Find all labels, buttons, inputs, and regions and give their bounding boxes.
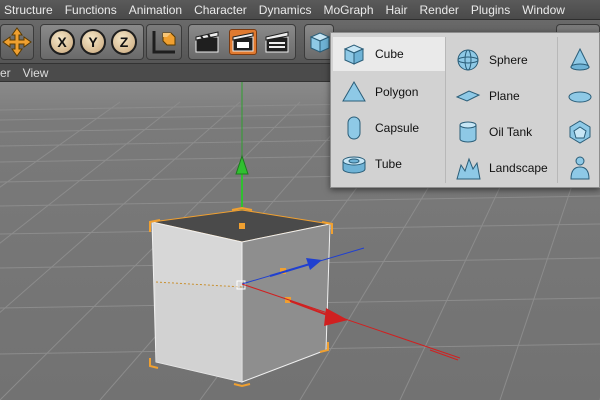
move-icon <box>2 27 32 57</box>
menu-item-label: Plane <box>489 89 520 103</box>
move-tool-button[interactable] <box>0 24 34 60</box>
tube-icon <box>342 156 366 174</box>
axis-lock-group: X Y Z <box>40 24 144 60</box>
menu-item-figure[interactable]: F <box>559 151 599 185</box>
menu-item-cube[interactable]: Cube <box>333 37 445 71</box>
menu-bar: Structure Functions Animation Character … <box>0 0 600 20</box>
menu-item-label: Capsule <box>375 121 420 135</box>
menu-item-capsule[interactable]: Capsule <box>333 111 445 145</box>
primitive-objects-menu: Cube Polygon Capsule Tube Sphere Plane O… <box>330 32 600 188</box>
cube-icon <box>343 44 365 65</box>
menu-plugins[interactable]: Plugins <box>465 3 516 17</box>
figure-icon <box>570 156 590 180</box>
menu-item-plane[interactable]: Plane <box>447 79 557 113</box>
landscape-icon <box>456 157 481 180</box>
disc-icon <box>568 91 592 103</box>
oil-tank-icon <box>459 121 477 143</box>
menu-item-polygon[interactable]: Polygon <box>333 75 445 109</box>
x-axis-lock-button[interactable]: X <box>49 29 75 55</box>
menu-item-cone[interactable]: C <box>559 43 599 77</box>
menu-item-oil-tank[interactable]: Oil Tank <box>447 115 557 149</box>
plane-icon <box>455 90 481 102</box>
menu-item-label: Tube <box>375 157 402 171</box>
edit-render-settings-button[interactable] <box>263 29 291 55</box>
coordinate-system-button[interactable] <box>146 24 182 60</box>
render-group <box>188 24 296 60</box>
polygon-icon <box>342 81 366 102</box>
render-view-icon <box>195 31 219 53</box>
menu-item-label: Polygon <box>375 85 419 99</box>
render-picture-viewer-icon <box>232 32 254 52</box>
menu-functions[interactable]: Functions <box>59 3 123 17</box>
viewport-menu-view[interactable]: View <box>17 66 55 80</box>
menu-item-label: Sphere <box>489 53 528 67</box>
menu-character[interactable]: Character <box>188 3 253 17</box>
menu-mograph[interactable]: MoGraph <box>317 3 379 17</box>
edit-render-settings-icon <box>265 31 289 53</box>
menu-render[interactable]: Render <box>414 3 465 17</box>
menu-item-tube[interactable]: Tube <box>333 147 445 181</box>
render-view-button[interactable] <box>193 29 221 55</box>
viewport-menu-cameras-partial[interactable]: er <box>0 66 17 80</box>
menu-item-landscape[interactable]: Landscape <box>447 151 557 185</box>
render-picture-viewer-button[interactable] <box>229 29 257 55</box>
menu-hair[interactable]: Hair <box>380 3 414 17</box>
menu-animation[interactable]: Animation <box>123 3 188 17</box>
menu-item-sphere[interactable]: Sphere <box>447 43 557 77</box>
menu-item-label: Cube <box>375 47 404 61</box>
menu-structure[interactable]: Structure <box>0 3 59 17</box>
sphere-icon <box>457 49 479 71</box>
menu-column-separator <box>557 37 558 183</box>
menu-item-platonic[interactable]: P <box>559 115 599 149</box>
cone-icon <box>570 47 590 71</box>
y-axis-gizmo[interactable] <box>235 82 249 210</box>
cube-icon <box>309 32 331 53</box>
menu-item-disc[interactable]: D <box>559 79 599 113</box>
y-axis-lock-button[interactable]: Y <box>80 29 106 55</box>
platonic-icon <box>569 120 591 144</box>
z-axis-lock-button[interactable]: Z <box>111 29 137 55</box>
menu-dynamics[interactable]: Dynamics <box>253 3 318 17</box>
capsule-icon <box>347 116 361 140</box>
menu-window[interactable]: Window <box>516 3 571 17</box>
cube-object[interactable] <box>149 206 333 388</box>
coordinate-system-icon <box>152 31 176 54</box>
menu-column-separator <box>445 37 446 183</box>
menu-item-label: Landscape <box>489 161 548 175</box>
menu-item-label: Oil Tank <box>489 125 533 139</box>
